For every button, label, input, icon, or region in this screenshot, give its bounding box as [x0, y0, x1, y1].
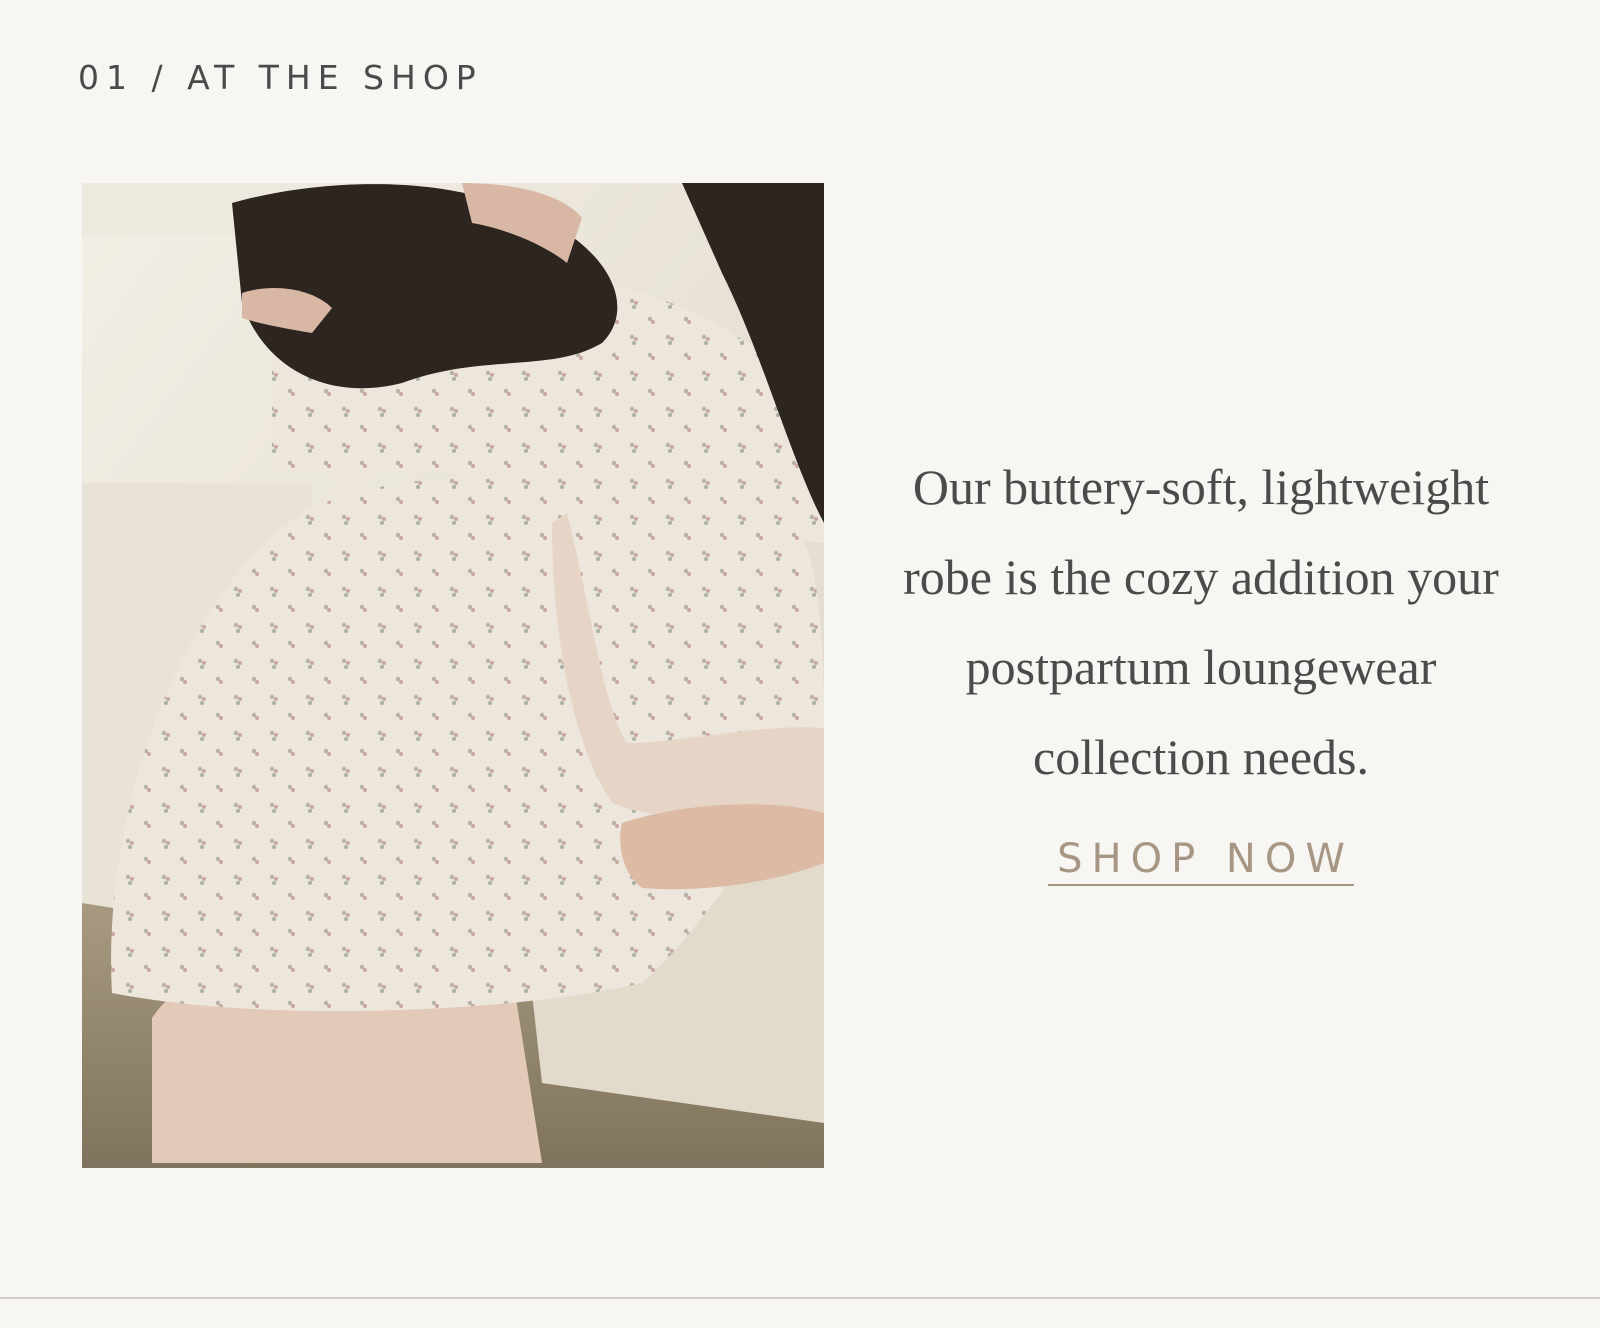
section-eyebrow: 01 / AT THE SHOP	[78, 58, 483, 97]
shop-now-link[interactable]: SHOP NOW	[1048, 834, 1354, 886]
product-lifestyle-image[interactable]	[82, 183, 824, 1168]
robe-photo-illustration	[82, 183, 824, 1168]
section-divider	[0, 1297, 1600, 1299]
feature-body-text: Our buttery-soft, lightweight robe is th…	[903, 459, 1499, 785]
feature-copy: Our buttery-soft, lightweight robe is th…	[866, 442, 1536, 886]
